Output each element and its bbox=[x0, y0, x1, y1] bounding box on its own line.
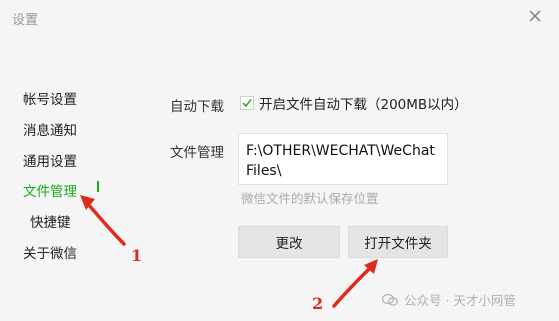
auto-download-label: 自动下载 bbox=[170, 99, 224, 115]
sidebar-item-about[interactable]: 关于微信 bbox=[23, 242, 77, 262]
annotation-marker-2: 2 bbox=[312, 294, 324, 313]
sidebar-item-account[interactable]: 帐号设置 bbox=[23, 88, 77, 108]
annotation-arrow-1 bbox=[80, 195, 126, 246]
auto-download-checkbox-label: 开启文件自动下载（200MB以内） bbox=[259, 97, 468, 113]
sidebar-item-notifications[interactable]: 消息通知 bbox=[23, 119, 77, 139]
save-path-hint: 微信文件的默认保存位置 bbox=[241, 191, 379, 206]
auto-download-checkbox[interactable] bbox=[240, 96, 254, 110]
window-title: 设置 bbox=[12, 13, 39, 28]
wechat-icon bbox=[382, 293, 398, 306]
sidebar-item-file-management[interactable]: 文件管理 bbox=[23, 180, 77, 200]
settings-window: 设置 帐号设置 消息通知 通用设置 文件管理 快捷键 关于微信 自动下载 开启文… bbox=[0, 0, 559, 321]
sidebar-item-shortcuts[interactable]: 快捷键 bbox=[30, 211, 71, 231]
save-path-field: F:\OTHER\WECHAT\WeChat Files\ bbox=[238, 133, 448, 185]
annotation-arrow-2 bbox=[332, 259, 378, 308]
file-management-label: 文件管理 bbox=[170, 145, 224, 161]
annotation-marker-1: 1 bbox=[131, 246, 143, 265]
active-indicator bbox=[97, 181, 99, 192]
sidebar-item-general[interactable]: 通用设置 bbox=[23, 150, 77, 170]
open-folder-button[interactable]: 打开文件夹 bbox=[348, 226, 448, 258]
close-icon[interactable] bbox=[527, 8, 543, 24]
auto-download-checkbox-row[interactable]: 开启文件自动下载（200MB以内） bbox=[240, 93, 468, 113]
check-icon bbox=[242, 99, 252, 108]
watermark-text: 公众号 · 天才小网管 bbox=[404, 293, 516, 308]
watermark: 公众号 · 天才小网管 bbox=[382, 290, 516, 309]
change-button[interactable]: 更改 bbox=[238, 226, 340, 258]
